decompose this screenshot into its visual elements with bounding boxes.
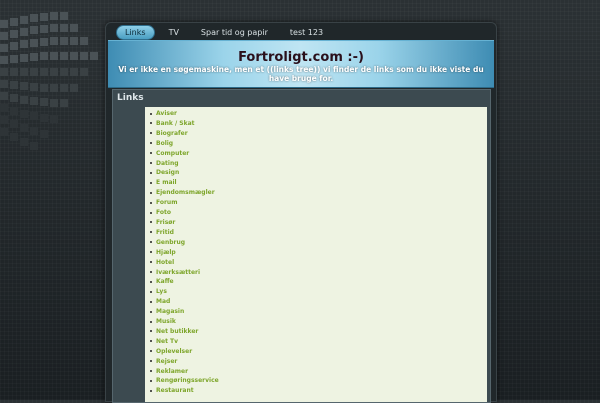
list-item: Aviser bbox=[150, 109, 487, 119]
link-item[interactable]: Biografer bbox=[156, 130, 188, 137]
list-item: Bank / Skat bbox=[150, 119, 487, 129]
site-title[interactable]: Fortroligt.com :-) bbox=[108, 50, 494, 65]
list-item: Computer bbox=[150, 149, 487, 159]
list-item: Frisør bbox=[150, 218, 487, 228]
list-item: Magasin bbox=[150, 307, 487, 317]
link-item[interactable]: Magasin bbox=[156, 308, 184, 315]
list-item: E mail bbox=[150, 178, 487, 188]
list-item: Musik bbox=[150, 317, 487, 327]
list-item: Biografer bbox=[150, 129, 487, 139]
link-item[interactable]: Lys bbox=[156, 288, 167, 295]
nav-link-links[interactable]: Links bbox=[116, 24, 155, 40]
link-item[interactable]: Ejendomsmægler bbox=[156, 189, 215, 196]
link-item[interactable]: Design bbox=[156, 169, 179, 176]
links-list-box: Aviser Bank / Skat Biografer Bolig Computer D… bbox=[145, 107, 487, 402]
list-item: Bolig bbox=[150, 139, 487, 149]
link-item[interactable]: Dating bbox=[156, 160, 179, 167]
site-slogan: Vi er ikke en søgemaskine, men et ((link… bbox=[118, 65, 484, 83]
link-item[interactable]: Frisør bbox=[156, 219, 175, 226]
list-item: Foto bbox=[150, 208, 487, 218]
list-item: Ejendomsmægler bbox=[150, 188, 487, 198]
list-item: Hjælp bbox=[150, 248, 487, 258]
link-item[interactable]: Oplevelser bbox=[156, 348, 192, 355]
link-item[interactable]: Fritid bbox=[156, 229, 174, 236]
link-item[interactable]: Hjælp bbox=[156, 249, 176, 256]
nav-link-tv[interactable]: TV bbox=[161, 26, 187, 39]
link-item[interactable]: E mail bbox=[156, 179, 177, 186]
links-list: Aviser Bank / Skat Biografer Bolig Computer D… bbox=[145, 107, 487, 396]
top-navigation: Links TV Spar tid og papir test 123 bbox=[106, 23, 496, 41]
link-item[interactable]: Genbrug bbox=[156, 239, 185, 246]
page-wrapper: Links TV Spar tid og papir test 123 Fort… bbox=[105, 22, 497, 403]
link-item[interactable]: Bolig bbox=[156, 140, 173, 147]
list-item: Rejser bbox=[150, 357, 487, 367]
link-item[interactable]: Aviser bbox=[156, 110, 177, 117]
list-item: Restaurant bbox=[150, 386, 487, 396]
link-item[interactable]: Hotel bbox=[156, 259, 174, 266]
background-pattern bbox=[0, 12, 98, 150]
list-item: Lys bbox=[150, 287, 487, 297]
list-item: Kaffe bbox=[150, 277, 487, 287]
list-item: Reklamer bbox=[150, 367, 487, 377]
link-item[interactable]: Musik bbox=[156, 318, 176, 325]
link-item[interactable]: Rengøringsservice bbox=[156, 377, 219, 384]
nav-link-spar-tid-og-papir[interactable]: Spar tid og papir bbox=[193, 26, 276, 39]
list-item: Net Tv bbox=[150, 337, 487, 347]
link-item[interactable]: Reklamer bbox=[156, 368, 188, 375]
link-item[interactable]: Forum bbox=[156, 199, 177, 206]
links-panel: Links Aviser Bank / Skat Biografer Bolig Com… bbox=[112, 89, 491, 403]
link-item[interactable]: Iværksætteri bbox=[156, 269, 200, 276]
link-item[interactable]: Bank / Skat bbox=[156, 120, 194, 127]
nav-link-test-123[interactable]: test 123 bbox=[282, 26, 331, 39]
list-item: Net butikker bbox=[150, 327, 487, 337]
list-item: Dating bbox=[150, 159, 487, 169]
link-item[interactable]: Kaffe bbox=[156, 278, 174, 285]
list-item: Forum bbox=[150, 198, 487, 208]
list-item: Design bbox=[150, 168, 487, 178]
link-item[interactable]: Foto bbox=[156, 209, 171, 216]
list-item: Genbrug bbox=[150, 238, 487, 248]
list-item: Iværksætteri bbox=[150, 268, 487, 278]
link-item[interactable]: Mad bbox=[156, 298, 170, 305]
list-item: Mad bbox=[150, 297, 487, 307]
link-item[interactable]: Computer bbox=[156, 150, 189, 157]
site-header: Fortroligt.com :-) Vi er ikke en søgemas… bbox=[108, 40, 494, 88]
list-item: Oplevelser bbox=[150, 347, 487, 357]
link-item[interactable]: Net Tv bbox=[156, 338, 178, 345]
panel-title: Links bbox=[117, 93, 144, 103]
link-item[interactable]: Net butikker bbox=[156, 328, 198, 335]
link-item[interactable]: Rejser bbox=[156, 358, 177, 365]
list-item: Fritid bbox=[150, 228, 487, 238]
list-item: Rengøringsservice bbox=[150, 376, 487, 386]
list-item: Hotel bbox=[150, 258, 487, 268]
link-item[interactable]: Restaurant bbox=[156, 387, 194, 394]
